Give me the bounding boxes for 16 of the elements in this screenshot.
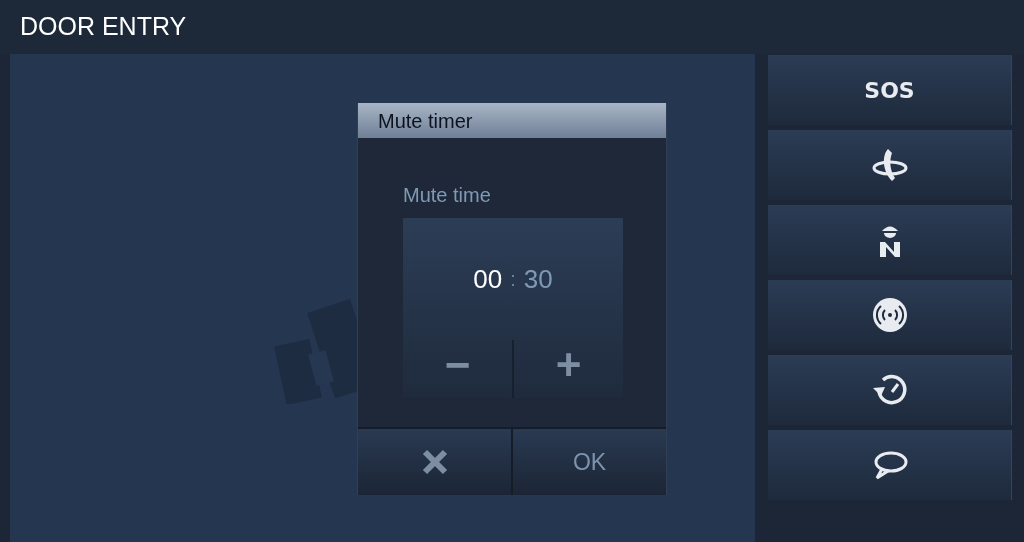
ok-button[interactable]: OK <box>511 429 666 495</box>
time-separator: : <box>510 267 516 292</box>
dialog-title: Mute timer <box>378 108 473 134</box>
hours-field[interactable]: 00 <box>473 259 503 299</box>
decrease-button[interactable]: − <box>403 340 512 398</box>
phone-ring-button[interactable] <box>768 130 1012 200</box>
field-label: Mute time <box>403 184 491 206</box>
screen-title: DOOR ENTRY <box>20 11 187 43</box>
cancel-button[interactable] <box>358 429 511 495</box>
alarm-signal-icon <box>871 297 908 333</box>
increase-button[interactable]: + <box>512 340 623 398</box>
close-icon <box>421 449 448 475</box>
alarm-signal-button[interactable] <box>768 280 1012 350</box>
sos-button[interactable]: SOS <box>768 55 1012 125</box>
history-button[interactable] <box>768 355 1012 425</box>
minutes-field[interactable]: 30 <box>523 259 553 299</box>
